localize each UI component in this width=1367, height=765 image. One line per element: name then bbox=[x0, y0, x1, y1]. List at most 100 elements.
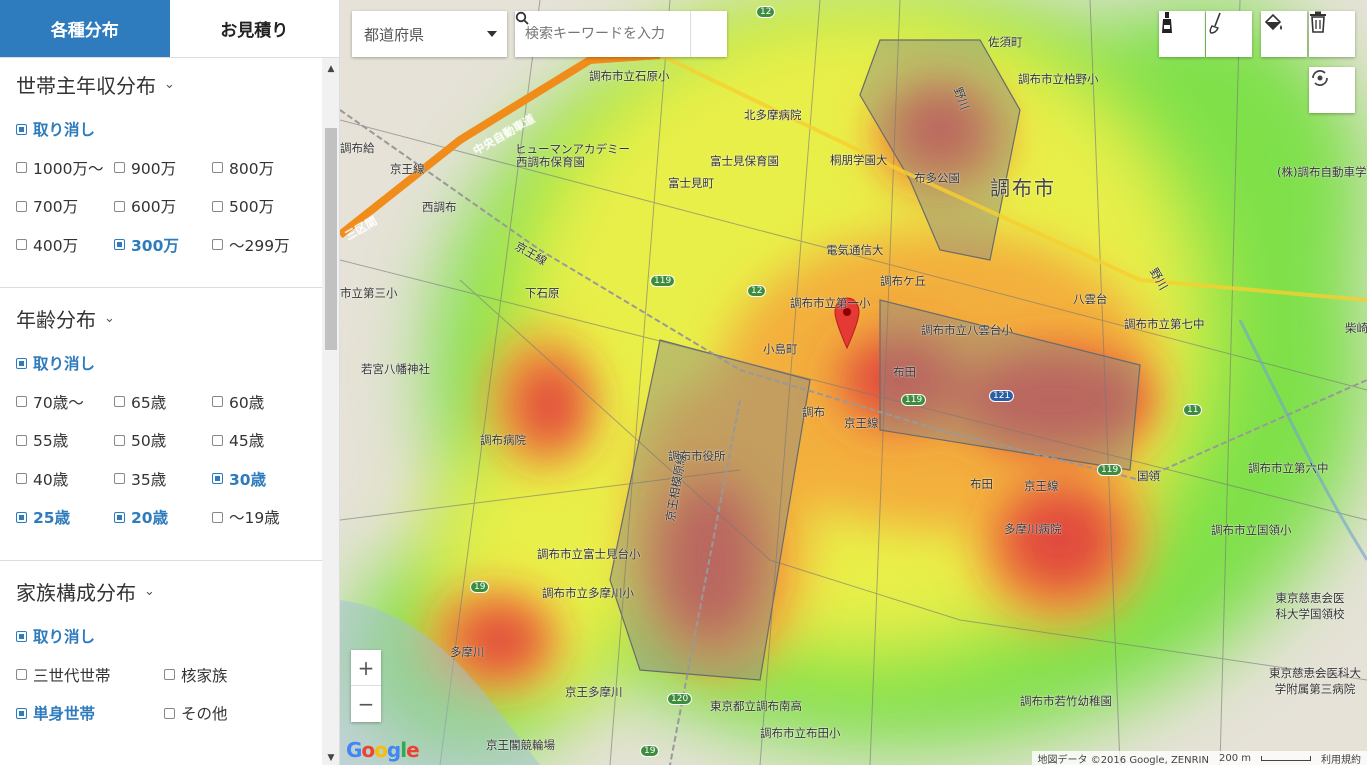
brush-icon bbox=[1209, 12, 1221, 34]
income-checkbox[interactable]: 900万 bbox=[106, 157, 204, 179]
sidebar-scrollbar[interactable]: ▲ ▼ bbox=[322, 58, 339, 765]
map-label: 桐朋学園大 bbox=[830, 153, 888, 167]
search-button[interactable] bbox=[515, 11, 726, 57]
age-checkbox[interactable]: 25歳 bbox=[8, 506, 106, 528]
age-row: 40歳 35歳 30歳 bbox=[8, 460, 322, 499]
age-title: 年齢分布 bbox=[16, 307, 96, 332]
route-shield: 120 bbox=[667, 693, 693, 705]
age-clear-checkbox[interactable]: 取り消し bbox=[8, 352, 95, 374]
route-shield: 19 bbox=[470, 581, 490, 593]
family-checkbox[interactable]: 三世代世帯 bbox=[8, 664, 156, 686]
income-checkbox[interactable]: 600万 bbox=[106, 195, 204, 217]
tab-distribution[interactable]: 各種分布 bbox=[0, 0, 170, 57]
scroll-thumb[interactable] bbox=[325, 128, 337, 350]
map-label: 北多摩病院 bbox=[744, 108, 802, 122]
age-checkbox[interactable]: 60歳 bbox=[204, 391, 302, 413]
route-shield: 11 bbox=[1183, 404, 1203, 416]
marker-tool-button[interactable] bbox=[1159, 11, 1205, 57]
map-label: 調布市若竹幼稚園 bbox=[1020, 694, 1112, 708]
map-label: 市立第三小 bbox=[340, 286, 398, 300]
age-section: 年齢分布 ⌄ 取り消し 70歳〜 65歳 60歳 55歳 50歳 45歳 40歳… bbox=[0, 288, 322, 561]
scale-label: 200 m bbox=[1218, 752, 1251, 764]
income-checkbox[interactable]: 700万 bbox=[8, 195, 106, 217]
age-checkbox[interactable]: 70歳〜 bbox=[8, 391, 106, 413]
attribution-text: 地図データ ©2016 Google, ZENRIN bbox=[1037, 754, 1209, 765]
income-checkbox[interactable]: 400万 bbox=[8, 234, 106, 256]
map-label: 若宮八幡神社 bbox=[361, 362, 430, 376]
map-label: 調布市立石原小 bbox=[589, 69, 670, 83]
route-shield: 119 bbox=[1097, 464, 1123, 476]
map-label: 調布市立富士見台小 bbox=[537, 547, 641, 561]
age-checkbox[interactable]: 35歳 bbox=[106, 468, 204, 490]
trash-icon bbox=[1310, 11, 1326, 33]
family-row: 単身世帯 その他 bbox=[8, 694, 322, 733]
age-checkbox[interactable]: 30歳 bbox=[204, 468, 302, 490]
map-label: 多摩川 bbox=[450, 645, 485, 659]
family-checkbox[interactable]: その他 bbox=[156, 702, 304, 724]
map-label: 京王線 bbox=[844, 416, 879, 430]
family-checkbox[interactable]: 核家族 bbox=[156, 664, 304, 686]
zoom-control: + − bbox=[351, 650, 381, 722]
brush-tool-button[interactable] bbox=[1206, 11, 1252, 57]
map-label: 調布 bbox=[802, 405, 825, 419]
income-checkbox[interactable]: 〜299万 bbox=[204, 234, 302, 256]
age-checkbox[interactable]: 55歳 bbox=[8, 429, 106, 451]
prefecture-select-label: 都道府県 bbox=[364, 25, 425, 44]
age-checkbox[interactable]: 50歳 bbox=[106, 429, 204, 451]
income-checkbox[interactable]: 500万 bbox=[204, 195, 302, 217]
scroll-up-arrow-icon[interactable]: ▲ bbox=[322, 64, 339, 74]
family-checkbox[interactable]: 単身世帯 bbox=[8, 702, 156, 724]
age-section-header[interactable]: 年齢分布 ⌄ bbox=[16, 304, 322, 332]
age-checkbox[interactable]: 45歳 bbox=[204, 429, 302, 451]
search-input[interactable] bbox=[515, 26, 690, 42]
refresh-icon bbox=[1312, 70, 1328, 86]
map-label: 調布給 bbox=[340, 141, 375, 155]
map-label: 調布市 bbox=[990, 176, 1056, 200]
route-shield: 119 bbox=[901, 394, 927, 406]
family-clear-checkbox[interactable]: 取り消し bbox=[8, 625, 95, 647]
age-checkbox[interactable]: 〜19歳 bbox=[204, 506, 302, 528]
zoom-in-button[interactable]: + bbox=[351, 650, 381, 686]
scroll-down-arrow-icon[interactable]: ▼ bbox=[322, 753, 339, 763]
delete-button[interactable] bbox=[1309, 11, 1355, 57]
income-checkbox[interactable]: 300万 bbox=[106, 234, 204, 256]
family-title: 家族構成分布 bbox=[16, 580, 136, 605]
income-checkbox[interactable]: 1000万〜 bbox=[8, 157, 106, 179]
route-shield: 12 bbox=[747, 285, 767, 297]
family-section-header[interactable]: 家族構成分布 ⌄ bbox=[16, 577, 322, 605]
income-section-header[interactable]: 世帯主年収分布 ⌄ bbox=[16, 70, 322, 98]
age-checkbox[interactable]: 65歳 bbox=[106, 391, 204, 413]
map-label: 京王線 bbox=[1024, 479, 1059, 493]
chevron-down-icon: ⌄ bbox=[164, 76, 175, 92]
age-checkbox[interactable]: 20歳 bbox=[106, 506, 204, 528]
income-row: 700万 600万 500万 bbox=[8, 187, 322, 226]
refresh-button[interactable] bbox=[1309, 67, 1355, 113]
caret-down-icon bbox=[487, 31, 497, 37]
map-label: 東京慈恵会医科大学国領校 bbox=[1275, 591, 1345, 621]
income-clear-checkbox[interactable]: 取り消し bbox=[8, 118, 95, 140]
map-label: 八雲台 bbox=[1073, 292, 1108, 306]
map-label: 調布市立第一小 bbox=[790, 296, 871, 310]
map-label: 調布市立第七中 bbox=[1124, 317, 1205, 331]
income-row: 400万 300万 〜299万 bbox=[8, 226, 322, 265]
map-attribution: 地図データ ©2016 Google, ZENRIN 200 m 利用規約 bbox=[1031, 751, 1367, 765]
chevron-down-icon: ⌄ bbox=[144, 583, 155, 599]
terms-link[interactable]: 利用規約 bbox=[1321, 751, 1361, 765]
map-area[interactable]: 調布市 柴崎 佐須町 調布市立柏野小 調布市立石原小 北多摩病院 富士見保育園 … bbox=[340, 0, 1367, 765]
fill-tool-button[interactable] bbox=[1261, 11, 1307, 57]
zoom-out-button[interactable]: − bbox=[351, 686, 381, 722]
paint-bucket-icon bbox=[1264, 13, 1282, 31]
map-label: 調布ケ丘 bbox=[880, 274, 926, 288]
prefecture-select[interactable]: 都道府県 bbox=[352, 11, 507, 57]
tab-estimate[interactable]: お見積り bbox=[169, 0, 339, 57]
income-checkbox[interactable]: 800万 bbox=[204, 157, 302, 179]
map-label: 京王線 bbox=[390, 162, 425, 176]
route-shield: 119 bbox=[650, 275, 676, 287]
map-label: 多摩川病院 bbox=[1004, 522, 1062, 536]
map-label: 調布病院 bbox=[480, 433, 526, 447]
filter-panel: 世帯主年収分布 ⌄ 取り消し 1000万〜 900万 800万 700万 600… bbox=[0, 58, 322, 765]
age-checkbox[interactable]: 40歳 bbox=[8, 468, 106, 490]
map-label: 京王多摩川 bbox=[565, 685, 623, 699]
map-label: 富士見保育園 bbox=[710, 154, 779, 168]
map-label: 西調布 bbox=[422, 200, 457, 214]
